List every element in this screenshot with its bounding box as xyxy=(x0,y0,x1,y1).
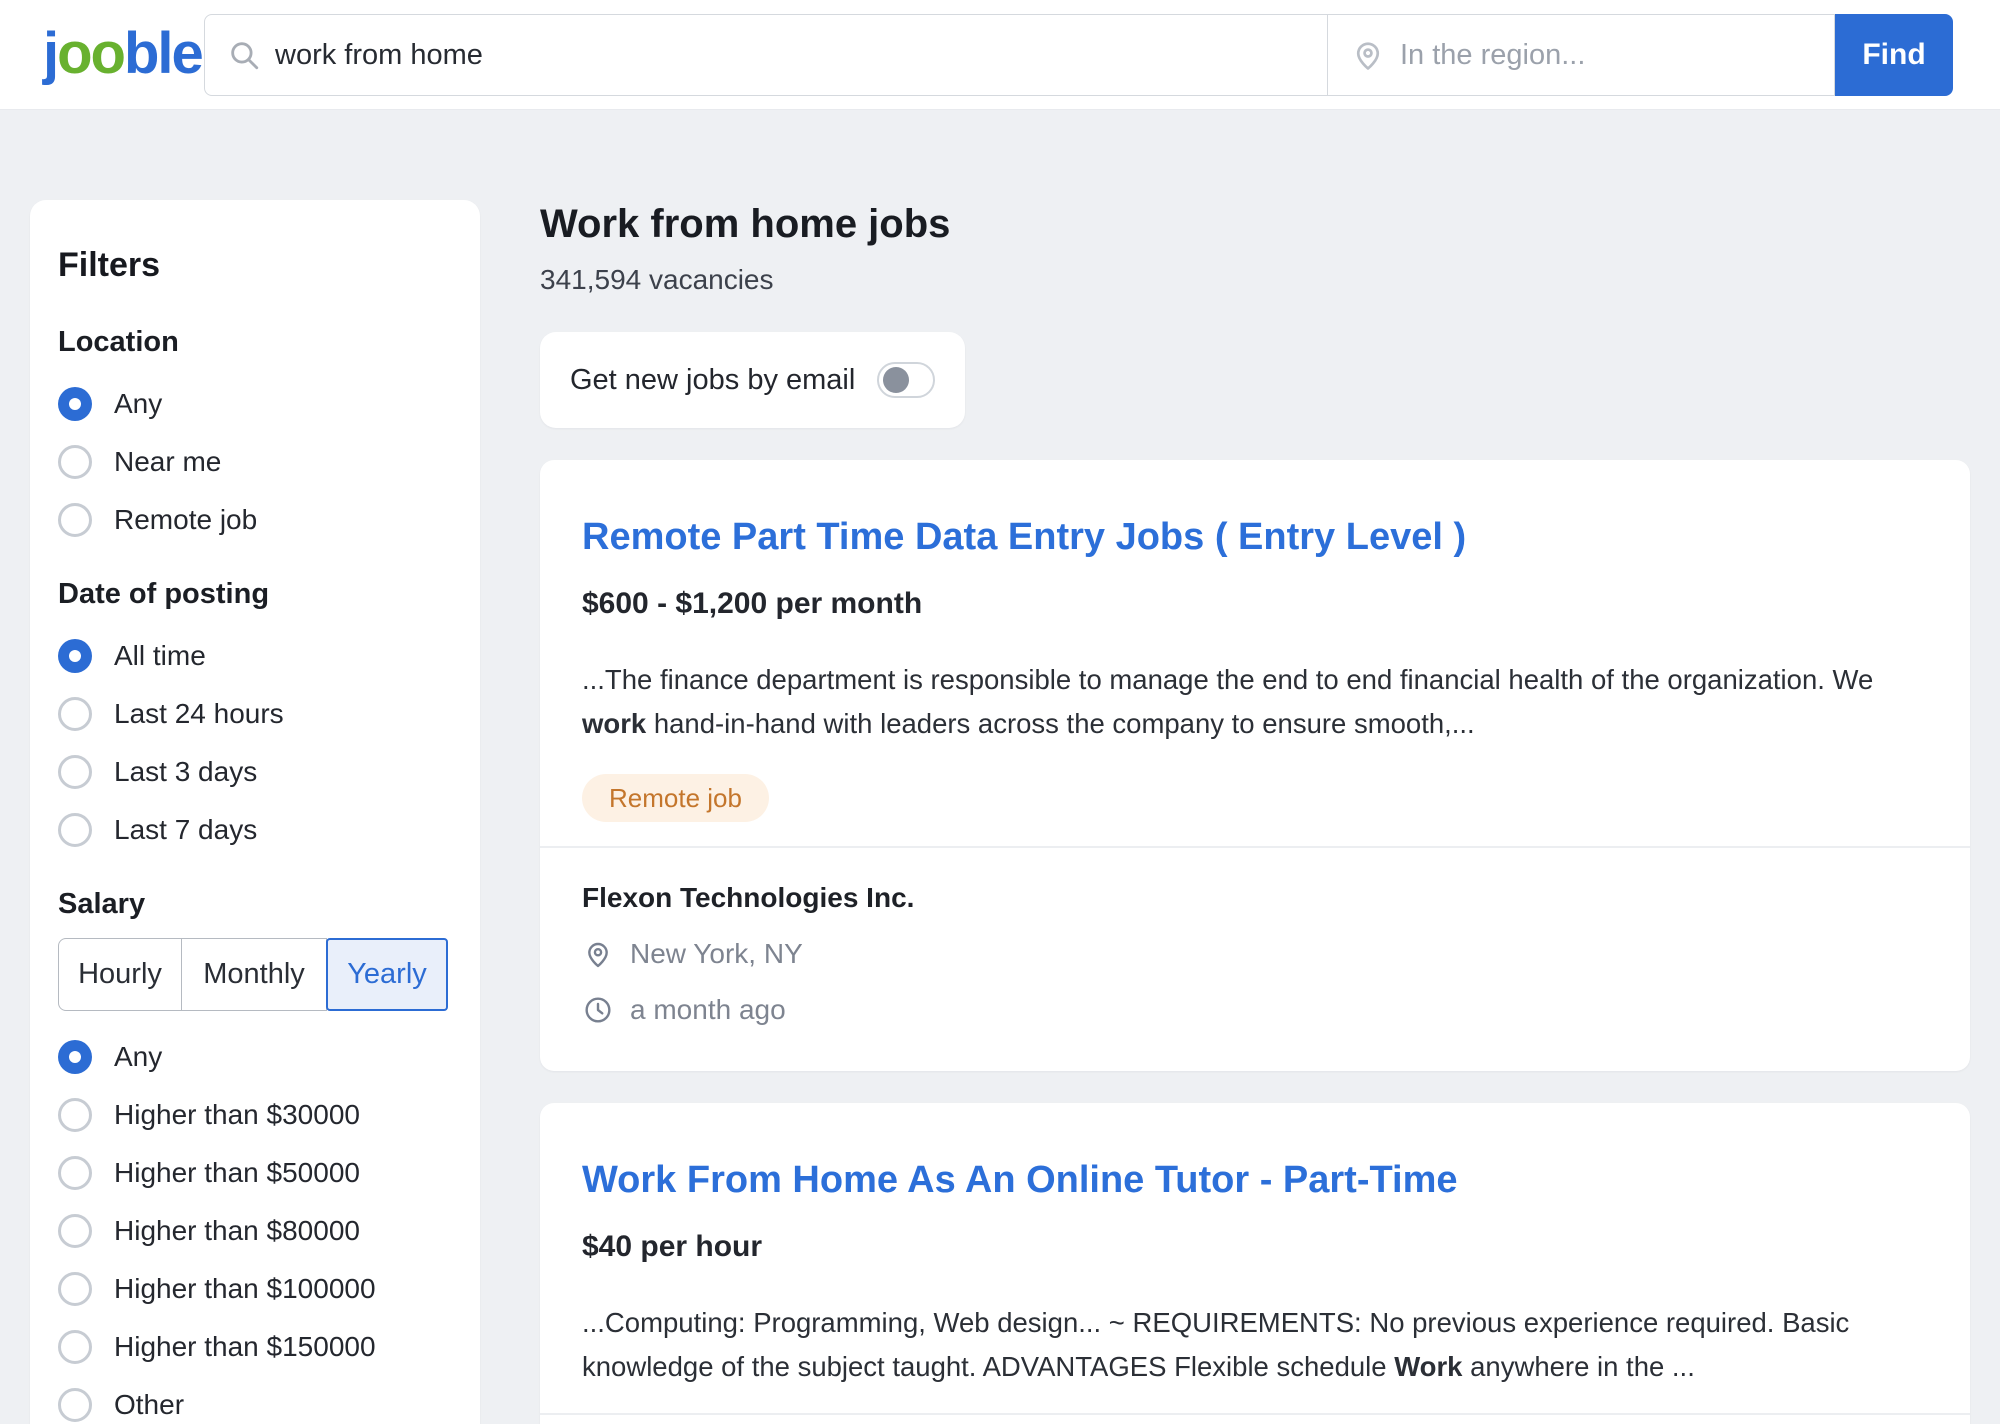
job-title-link[interactable]: Remote Part Time Data Entry Jobs ( Entry… xyxy=(582,514,1928,560)
region-search-field xyxy=(1328,14,1835,96)
radio-date-last-3-days[interactable]: Last 3 days xyxy=(58,752,450,792)
radio-label: Last 24 hours xyxy=(114,698,284,730)
keyword-search-field xyxy=(204,14,1328,96)
find-button[interactable]: Find xyxy=(1835,14,1953,96)
date-of-posting-options: All time Last 24 hours Last 3 days Last … xyxy=(58,636,450,850)
job-description: ...Computing: Programming, Web design...… xyxy=(582,1301,1928,1389)
page-title: Work from home jobs xyxy=(540,200,1970,248)
radio-label: Higher than $50000 xyxy=(114,1157,360,1189)
results-area: Work from home jobs 341,594 vacancies Ge… xyxy=(540,200,1970,1424)
job-description-text: ...The finance department is responsible… xyxy=(582,664,1873,695)
radio-icon xyxy=(58,813,92,847)
radio-icon xyxy=(58,445,92,479)
tab-yearly[interactable]: Yearly xyxy=(326,938,448,1011)
email-subscribe-toggle[interactable] xyxy=(877,362,935,398)
remote-job-tag: Remote job xyxy=(582,774,769,822)
salary-period-tabs: Hourly Monthly Yearly xyxy=(58,938,450,1011)
job-card: Work From Home As An Online Tutor - Part… xyxy=(540,1103,1970,1424)
salary-options: Any Higher than $30000 Higher than $5000… xyxy=(58,1037,450,1424)
radio-icon xyxy=(58,1330,92,1364)
radio-date-all-time[interactable]: All time xyxy=(58,636,450,676)
job-location-row: New York, NY xyxy=(582,938,1928,970)
search-bar: Find xyxy=(204,14,1953,96)
location-pin-icon xyxy=(1350,37,1386,73)
radio-label: Other xyxy=(114,1389,184,1421)
toggle-knob xyxy=(883,367,909,393)
job-card: Remote Part Time Data Entry Jobs ( Entry… xyxy=(540,460,1970,1071)
search-icon xyxy=(227,38,261,72)
radio-label: Higher than $150000 xyxy=(114,1331,376,1363)
search-input[interactable] xyxy=(275,39,1307,72)
radio-salary-other[interactable]: Other xyxy=(58,1385,450,1424)
radio-icon xyxy=(58,697,92,731)
top-header: jooble Find xyxy=(0,0,2000,110)
radio-checked-icon xyxy=(58,639,92,673)
radio-date-last-24-hours[interactable]: Last 24 hours xyxy=(58,694,450,734)
radio-location-any[interactable]: Any xyxy=(58,384,450,424)
radio-label: Last 7 days xyxy=(114,814,257,846)
radio-label: Remote job xyxy=(114,504,257,536)
company-name: Flexon Technologies Inc. xyxy=(582,880,1928,916)
region-input[interactable] xyxy=(1400,39,1816,72)
clock-icon xyxy=(582,994,614,1026)
radio-location-remote-job[interactable]: Remote job xyxy=(58,500,450,540)
logo-part: ble xyxy=(124,21,202,86)
radio-salary-80000[interactable]: Higher than $80000 xyxy=(58,1211,450,1251)
job-salary: $40 per hour xyxy=(582,1229,1928,1265)
jooble-logo[interactable]: jooble xyxy=(43,22,202,86)
email-subscribe-card: Get new jobs by email xyxy=(540,332,965,428)
date-of-posting-heading: Date of posting xyxy=(58,576,450,612)
radio-date-last-7-days[interactable]: Last 7 days xyxy=(58,810,450,850)
radio-label: Higher than $100000 xyxy=(114,1273,376,1305)
job-description-highlight: work xyxy=(582,708,646,739)
logo-part: j xyxy=(43,21,57,86)
job-salary: $600 - $1,200 per month xyxy=(582,586,1928,622)
radio-icon xyxy=(58,1388,92,1422)
tab-monthly[interactable]: Monthly xyxy=(181,938,327,1011)
radio-icon xyxy=(58,755,92,789)
radio-label: Any xyxy=(114,388,162,420)
job-description-text: anywhere in the ... xyxy=(1462,1351,1694,1382)
radio-label: Last 3 days xyxy=(114,756,257,788)
job-posted-row: a month ago xyxy=(582,994,1928,1026)
radio-icon xyxy=(58,1272,92,1306)
job-posted: a month ago xyxy=(630,994,786,1026)
radio-icon xyxy=(58,1156,92,1190)
location-options: Any Near me Remote job xyxy=(58,384,450,540)
tab-hourly[interactable]: Hourly xyxy=(58,938,182,1011)
email-subscribe-label: Get new jobs by email xyxy=(570,364,855,397)
job-title-link[interactable]: Work From Home As An Online Tutor - Part… xyxy=(582,1157,1928,1203)
logo-part: oo xyxy=(57,21,124,86)
radio-label: Higher than $30000 xyxy=(114,1099,360,1131)
vacancies-count: 341,594 vacancies xyxy=(540,262,1970,298)
job-description-highlight: Work xyxy=(1394,1351,1462,1382)
filters-title: Filters xyxy=(58,244,450,286)
job-description-text: hand-in-hand with leaders across the com… xyxy=(646,708,1475,739)
filters-panel: Filters Location Any Near me Remote job … xyxy=(30,200,480,1424)
radio-icon xyxy=(58,1214,92,1248)
radio-salary-any[interactable]: Any xyxy=(58,1037,450,1077)
radio-checked-icon xyxy=(58,1040,92,1074)
card-divider xyxy=(540,846,1970,848)
radio-checked-icon xyxy=(58,387,92,421)
radio-salary-30000[interactable]: Higher than $30000 xyxy=(58,1095,450,1135)
radio-label: All time xyxy=(114,640,206,672)
radio-salary-100000[interactable]: Higher than $100000 xyxy=(58,1269,450,1309)
radio-icon xyxy=(58,503,92,537)
radio-label: Near me xyxy=(114,446,221,478)
card-divider xyxy=(540,1413,1970,1415)
radio-location-near-me[interactable]: Near me xyxy=(58,442,450,482)
radio-salary-150000[interactable]: Higher than $150000 xyxy=(58,1327,450,1367)
radio-icon xyxy=(58,1098,92,1132)
radio-label: Any xyxy=(114,1041,162,1073)
job-description: ...The finance department is responsible… xyxy=(582,658,1928,746)
location-pin-icon xyxy=(582,938,614,970)
job-location: New York, NY xyxy=(630,938,803,970)
radio-salary-50000[interactable]: Higher than $50000 xyxy=(58,1153,450,1193)
job-tags: Remote job xyxy=(582,774,1928,822)
location-heading: Location xyxy=(58,324,450,360)
salary-heading: Salary xyxy=(58,886,450,922)
radio-label: Higher than $80000 xyxy=(114,1215,360,1247)
